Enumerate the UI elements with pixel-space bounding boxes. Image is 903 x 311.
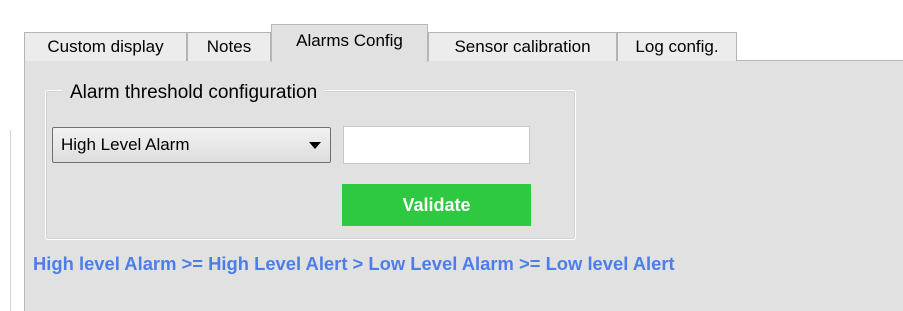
- validate-button-label: Validate: [402, 194, 471, 215]
- left-panel-edge: [10, 130, 11, 311]
- tab-notes[interactable]: Notes: [187, 32, 271, 61]
- threshold-rule-hint: High level Alarm >= High Level Alert > L…: [33, 253, 675, 274]
- tab-custom-display[interactable]: Custom display: [24, 32, 187, 61]
- tab-sensor-calibration[interactable]: Sensor calibration: [428, 32, 617, 61]
- tab-custom-display-label: Custom display: [47, 37, 164, 56]
- alarm-type-select[interactable]: High Level Alarm: [52, 127, 331, 163]
- threshold-value-input[interactable]: [343, 126, 530, 164]
- chevron-down-icon[interactable]: [300, 128, 330, 162]
- tab-sensor-calibration-label: Sensor calibration: [454, 37, 591, 56]
- tab-alarms-config[interactable]: Alarms Config: [271, 24, 428, 62]
- tab-alarms-config-label: Alarms Config: [296, 31, 403, 50]
- validate-button[interactable]: Validate: [342, 184, 531, 226]
- tab-log-config[interactable]: Log config.: [617, 32, 737, 61]
- tab-notes-label: Notes: [206, 37, 252, 56]
- alarm-threshold-group-title: Alarm threshold configuration: [62, 81, 326, 105]
- tab-log-config-label: Log config.: [635, 37, 719, 56]
- alarm-type-selected-value: High Level Alarm: [61, 135, 190, 154]
